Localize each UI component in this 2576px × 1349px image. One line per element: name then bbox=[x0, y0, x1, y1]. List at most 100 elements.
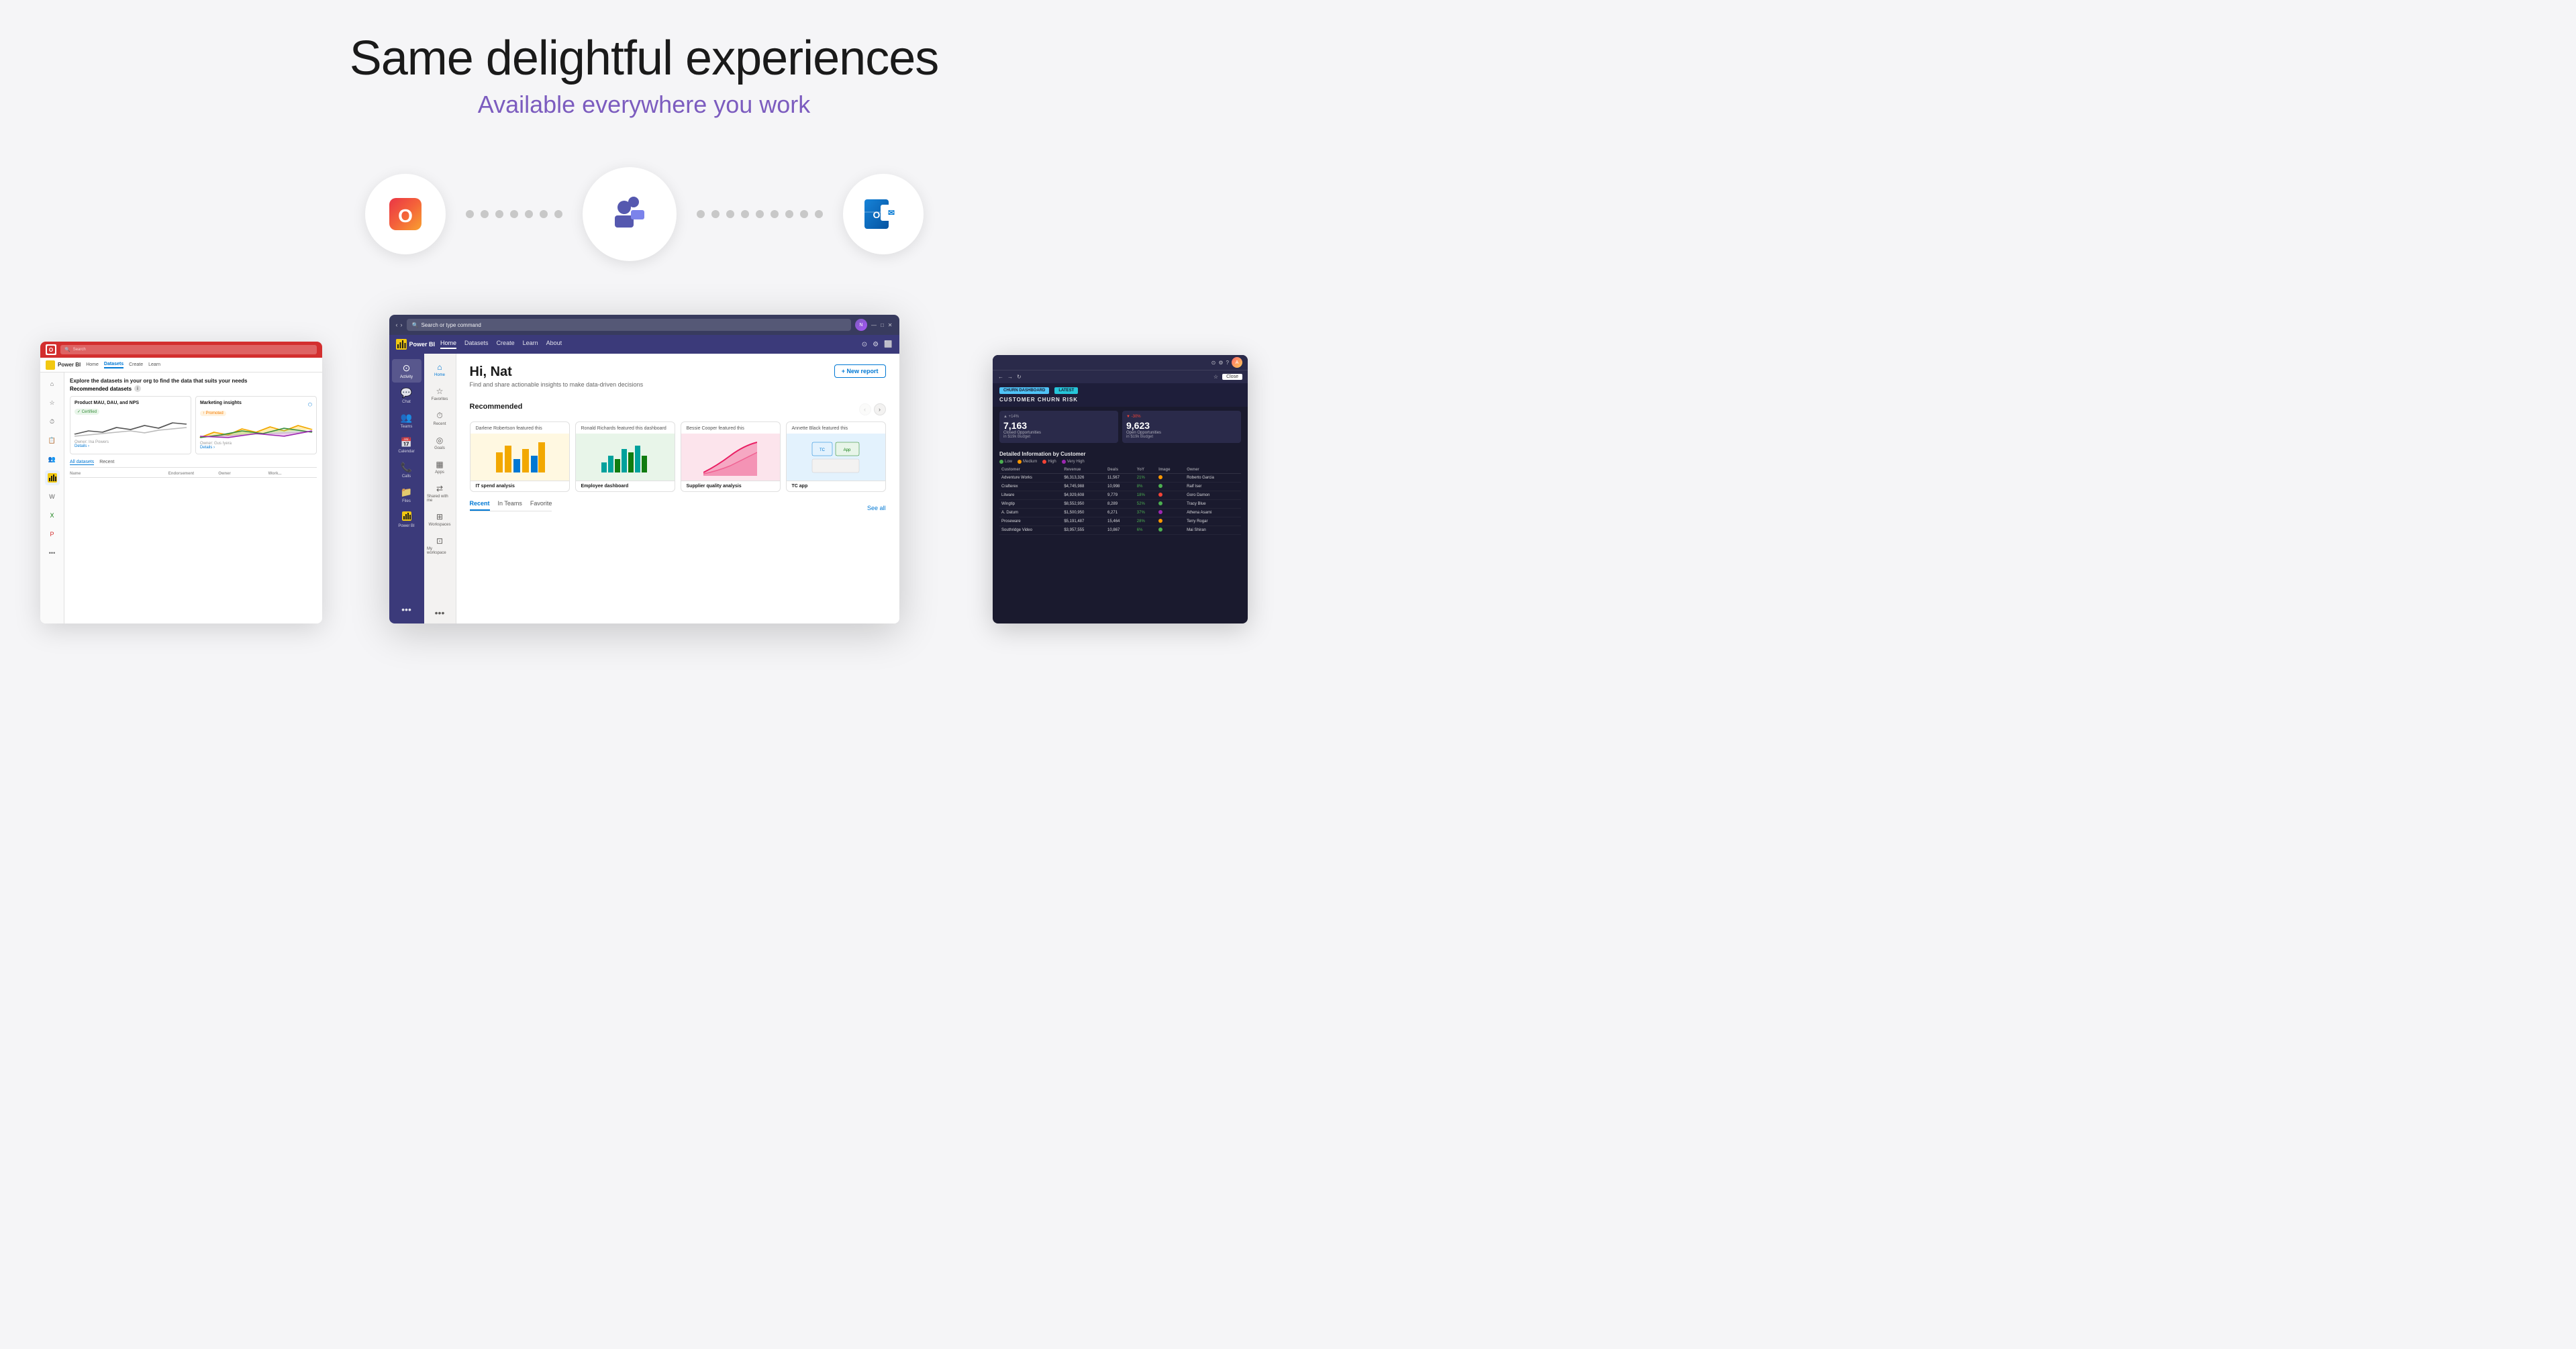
left-sidebar-pbi[interactable] bbox=[45, 470, 60, 485]
sidebar-item-powerbi[interactable]: Power BI bbox=[392, 508, 422, 532]
back-btn[interactable]: ‹ bbox=[396, 321, 398, 328]
left-nav-datasets[interactable]: Datasets bbox=[104, 362, 123, 368]
pbi-nav-datasets[interactable]: Datasets bbox=[464, 340, 489, 349]
svg-text:TC: TC bbox=[820, 448, 826, 452]
office-icon-circle[interactable]: O bbox=[365, 174, 446, 254]
risk-dot-medium bbox=[1018, 460, 1022, 464]
tab-favorite[interactable]: Favorite bbox=[530, 500, 552, 511]
right-secondary-bar: ← → ↻ ☆ Close bbox=[993, 370, 1248, 383]
left-sidebar-teams[interactable]: 👥 bbox=[45, 452, 60, 466]
minimize-btn[interactable]: — bbox=[871, 322, 877, 328]
pbi-sidebar-more[interactable]: ••• bbox=[435, 607, 445, 618]
pbi-sidebar-shared[interactable]: ⇄ Shared with me bbox=[427, 481, 452, 506]
left-sidebar-recent[interactable]: ⏱ bbox=[45, 414, 60, 429]
tab-recent[interactable]: Recent bbox=[99, 460, 114, 465]
screenshot-left: O 🔍 Search Power BI Home Datasets Create… bbox=[40, 342, 322, 623]
next-arrow[interactable]: › bbox=[874, 403, 886, 415]
maximize-btn[interactable]: □ bbox=[881, 322, 884, 328]
col-image: Image bbox=[1156, 466, 1185, 474]
left-sidebar-ppt[interactable]: P bbox=[45, 527, 60, 542]
forward-icon-right[interactable]: → bbox=[1007, 374, 1013, 380]
table-row: Southridge Video $3,957,555 10,867 6% Ma… bbox=[999, 526, 1241, 535]
prev-arrow[interactable]: ‹ bbox=[859, 403, 871, 415]
left-sidebar-word[interactable]: W bbox=[45, 489, 60, 504]
fullscreen-icon[interactable]: ⬜ bbox=[884, 341, 892, 348]
customer-risk bbox=[1156, 517, 1185, 526]
tab-all-datasets[interactable]: All datasets bbox=[70, 460, 94, 465]
left-nav-create[interactable]: Create bbox=[129, 362, 143, 367]
search-bar-left[interactable]: 🔍 Search bbox=[60, 345, 317, 354]
tab-in-teams[interactable]: In Teams bbox=[498, 500, 522, 511]
pbi-icon-left bbox=[46, 360, 55, 370]
pbi-nav-about[interactable]: About bbox=[546, 340, 562, 349]
right-icon-2[interactable]: ⚙ bbox=[1218, 360, 1223, 366]
customer-yoy: 21% bbox=[1135, 474, 1156, 483]
pbi-sidebar: ⌂ Home ☆ Favorites ⏱ Recent ◎ Goals bbox=[424, 354, 456, 623]
refresh-icon-right[interactable]: ↻ bbox=[1017, 374, 1022, 380]
left-nav-home[interactable]: Home bbox=[86, 362, 99, 367]
pbi-logo-center: Power BI bbox=[396, 339, 436, 350]
new-report-button[interactable]: + New report bbox=[834, 364, 886, 378]
pbi-nav-learn[interactable]: Learn bbox=[523, 340, 538, 349]
left-sidebar-home[interactable]: ⌂ bbox=[45, 377, 60, 391]
right-icon-1[interactable]: ⊙ bbox=[1211, 360, 1216, 366]
mini-chart-2 bbox=[200, 419, 312, 439]
goals-icon-pbi: ◎ bbox=[436, 436, 443, 445]
sidebar-item-chat[interactable]: 💬 Chat bbox=[392, 384, 422, 407]
pbi-sidebar-recent[interactable]: ⏱ Recent bbox=[427, 407, 452, 430]
dataset-card-2[interactable]: Marketing insights ⬡ ↑ Promoted bbox=[195, 396, 317, 454]
pbi-nav-home[interactable]: Home bbox=[440, 340, 456, 349]
svg-text:O: O bbox=[873, 209, 880, 220]
teams-icon bbox=[608, 193, 651, 236]
left-sidebar-more[interactable]: ••• bbox=[45, 546, 60, 560]
see-all-link[interactable]: See all bbox=[867, 505, 886, 511]
tabs-row: Recent In Teams Favorite bbox=[470, 500, 552, 511]
sidebar-item-teams[interactable]: 👥 Teams bbox=[392, 409, 422, 432]
avatar-chrome[interactable]: N bbox=[855, 319, 867, 331]
report-card-4[interactable]: Annette Black featured this TC App bbox=[786, 421, 886, 492]
customer-yoy: 6% bbox=[1135, 526, 1156, 535]
address-bar[interactable]: 🔍 Search or type command bbox=[407, 319, 851, 331]
left-sidebar-myc[interactable]: 📋 bbox=[45, 433, 60, 448]
pbi-sidebar-favorites[interactable]: ☆ Favorites bbox=[427, 383, 452, 405]
outlook-icon-circle[interactable]: ✉ O bbox=[843, 174, 924, 254]
left-sidebar-fav[interactable]: ☆ bbox=[45, 395, 60, 410]
forward-btn[interactable]: › bbox=[401, 321, 403, 328]
teams-icon-circle[interactable] bbox=[583, 167, 677, 261]
bookmark-icon-right[interactable]: ☆ bbox=[1213, 374, 1218, 380]
sidebar-item-files[interactable]: 📁 Files bbox=[392, 483, 422, 507]
pbi-sidebar-myworkspace[interactable]: ⊡ My workspace bbox=[427, 533, 452, 558]
svg-text:O: O bbox=[398, 205, 413, 226]
right-icon-3[interactable]: ? bbox=[1226, 360, 1229, 366]
settings-icon[interactable]: ⚙ bbox=[873, 341, 879, 348]
sidebar-item-activity[interactable]: ⊙ Activity bbox=[392, 359, 422, 383]
dataset-card-2-badge: ↑ Promoted bbox=[200, 411, 226, 416]
back-icon-right[interactable]: ← bbox=[998, 374, 1003, 380]
dataset-card-1[interactable]: Product MAU, DAU, and NPS ✓ Certified Ow… bbox=[70, 396, 191, 454]
customer-owner: Terry Rogar bbox=[1185, 517, 1241, 526]
notifications-icon[interactable]: ⊙ bbox=[862, 341, 867, 348]
customer-yoy: 18% bbox=[1135, 491, 1156, 500]
table-row: Proseware $5,191,487 15,464 28% Terry Ro… bbox=[999, 517, 1241, 526]
pbi-sidebar-goals[interactable]: ◎ Goals bbox=[427, 432, 452, 454]
tab-recent[interactable]: Recent bbox=[470, 500, 490, 511]
col-endorsement: Endorsement bbox=[168, 472, 217, 476]
close-button-right[interactable]: Close bbox=[1222, 374, 1242, 380]
left-nav-learn[interactable]: Learn bbox=[148, 362, 160, 367]
report-card-2[interactable]: Ronald Richards featured this dashboard bbox=[575, 421, 675, 492]
report-card-3[interactable]: Bessie Cooper featured this Sup bbox=[681, 421, 781, 492]
screenshot-right: ⊙ ⚙ ? A ← → ↻ ☆ Close CHURN DASHBOARD LA… bbox=[993, 355, 1248, 623]
risk-very-high: Very High bbox=[1062, 460, 1085, 464]
report-card-1[interactable]: Darlene Robertson featured this bbox=[470, 421, 570, 492]
sidebar-more-btn[interactable]: ••• bbox=[392, 601, 422, 618]
pbi-sidebar-workspaces[interactable]: ⊞ Workspaces bbox=[427, 509, 452, 530]
pbi-nav-create[interactable]: Create bbox=[497, 340, 515, 349]
left-sidebar-excel[interactable]: X bbox=[45, 508, 60, 523]
pbi-sidebar-home[interactable]: ⌂ Home bbox=[427, 359, 452, 381]
customer-owner: Ralf Iser bbox=[1185, 483, 1241, 491]
sidebar-item-calendar[interactable]: 📅 Calendar bbox=[392, 434, 422, 457]
customer-deals: 15,464 bbox=[1105, 517, 1135, 526]
sidebar-item-calls[interactable]: 📞 Calls bbox=[392, 458, 422, 482]
pbi-sidebar-apps[interactable]: ▦ Apps bbox=[427, 456, 452, 478]
close-btn-chrome[interactable]: ✕ bbox=[888, 322, 893, 328]
